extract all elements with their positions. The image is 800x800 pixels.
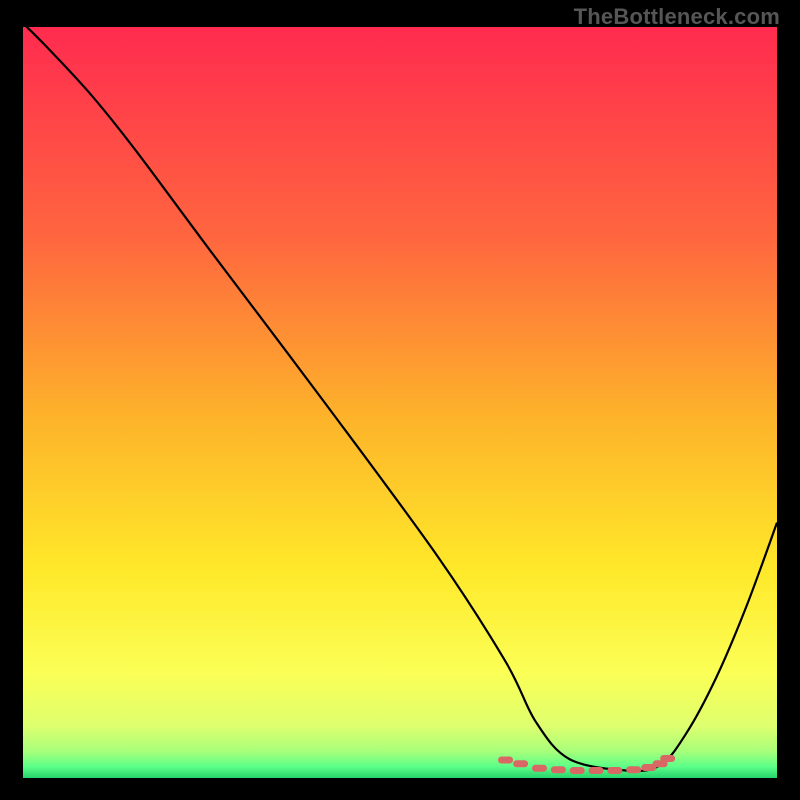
chart-svg bbox=[23, 27, 777, 778]
chart-frame: TheBottleneck.com bbox=[0, 0, 800, 800]
plot-area bbox=[23, 27, 777, 778]
gradient-background bbox=[23, 27, 777, 778]
